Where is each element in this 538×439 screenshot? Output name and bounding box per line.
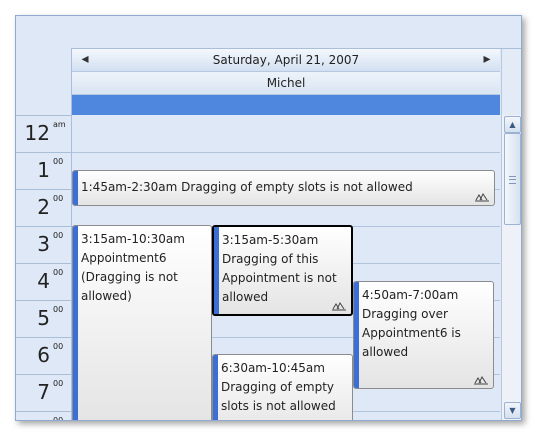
appointment[interactable]: 4:50am-7:00am Dragging over Appointment6… bbox=[353, 281, 494, 389]
appointment-time: 3:15am-10:30am bbox=[81, 232, 185, 246]
scrollbar-thumb[interactable] bbox=[504, 133, 521, 225]
appointment-status-bar bbox=[213, 355, 218, 420]
resource-header: Michel bbox=[72, 72, 500, 95]
hour-label: 2 00 bbox=[16, 189, 71, 227]
hour-number: 2 bbox=[37, 195, 50, 219]
time-column: 12 am 1 00 2 00 3 00 4 00 5 00 6 00 7 00 bbox=[16, 115, 72, 420]
hour-number: 1 bbox=[37, 158, 50, 182]
hour-label: 4 00 bbox=[16, 263, 71, 301]
hour-suffix: 00 bbox=[53, 379, 64, 388]
hour-suffix: 00 bbox=[53, 305, 64, 314]
recurrence-icon bbox=[475, 193, 489, 202]
recurrence-icon bbox=[474, 376, 488, 385]
hour-suffix: am bbox=[53, 120, 66, 129]
hour-number: 4 bbox=[37, 269, 50, 293]
appointment-text: 3:15am-10:30am Appointment6 (Dragging is… bbox=[81, 230, 207, 306]
appointment-subject: Dragging of this Appointment is not allo… bbox=[222, 252, 337, 304]
hour-number: 5 bbox=[37, 306, 50, 330]
appointment[interactable]: 1:45am-2:30am Dragging of empty slots is… bbox=[72, 170, 495, 206]
appointment-time: 3:15am-5:30am bbox=[222, 233, 319, 247]
appointment-subject: Appointment6 (Dragging is not allowed) bbox=[81, 251, 178, 303]
hour-label: 8 00 bbox=[16, 411, 71, 420]
appointment-text: 4:50am-7:00am Dragging over Appointment6… bbox=[362, 286, 489, 362]
hour-suffix: 00 bbox=[53, 231, 64, 240]
day-grid[interactable]: 1:45am-2:30am Dragging of empty slots is… bbox=[72, 115, 500, 420]
appointment[interactable]: 6:30am-10:45am Dragging of empty slots i… bbox=[212, 354, 353, 420]
appointment-time: 4:50am-7:00am bbox=[362, 288, 459, 302]
resource-label: Michel bbox=[266, 76, 306, 90]
hour-label: 6 00 bbox=[16, 337, 71, 375]
hour-number: 6 bbox=[37, 343, 50, 367]
hour-number: 8 bbox=[37, 417, 50, 420]
appointment-selected[interactable]: 3:15am-5:30am Dragging of this Appointme… bbox=[212, 225, 353, 316]
appointment-text: 3:15am-5:30am Dragging of this Appointme… bbox=[222, 231, 347, 307]
appointment-status-bar bbox=[214, 227, 219, 314]
appointment-status-bar bbox=[73, 226, 78, 420]
appointment-time: 6:30am-10:45am bbox=[221, 361, 325, 375]
date-label: Saturday, April 21, 2007 bbox=[212, 53, 360, 67]
hour-label: 3 00 bbox=[16, 226, 71, 264]
appointment-status-bar bbox=[73, 171, 78, 205]
all-day-row[interactable] bbox=[72, 95, 500, 115]
hour-label: 12 am bbox=[16, 115, 71, 153]
hour-suffix: 00 bbox=[53, 157, 64, 166]
recurrence-icon bbox=[332, 302, 346, 311]
scroll-down-icon[interactable]: ▼ bbox=[504, 402, 521, 419]
date-header: ◂ Saturday, April 21, 2007 ▸ bbox=[72, 49, 500, 72]
hour-suffix: 00 bbox=[53, 268, 64, 277]
appointment-status-bar bbox=[354, 282, 359, 388]
header-corner bbox=[16, 48, 72, 115]
hour-suffix: 00 bbox=[53, 416, 63, 420]
hour-line bbox=[72, 152, 500, 153]
appointment-time: 1:45am-2:30am bbox=[81, 180, 178, 194]
hour-suffix: 00 bbox=[53, 194, 64, 203]
scroll-up-icon[interactable]: ▲ bbox=[504, 116, 521, 133]
chevron-right-icon[interactable]: ▸ bbox=[480, 52, 494, 66]
appointment[interactable]: 3:15am-10:30am Appointment6 (Dragging is… bbox=[72, 225, 212, 420]
hour-number: 3 bbox=[37, 232, 50, 256]
hour-number: 12 bbox=[24, 121, 50, 145]
appointment-subject: Dragging of empty slots is not allowed bbox=[181, 180, 413, 194]
hour-label: 5 00 bbox=[16, 300, 71, 338]
vertical-scrollbar[interactable]: ▲ ▼ bbox=[501, 115, 521, 420]
scheduler-toolbar bbox=[16, 16, 521, 49]
appointment-subject: Dragging of empty slots is not allowed bbox=[221, 380, 336, 413]
hour-label: 1 00 bbox=[16, 152, 71, 190]
hour-suffix: 00 bbox=[53, 342, 64, 351]
appointment-subject: Dragging over Appointment6 is allowed bbox=[362, 307, 461, 359]
grip-icon bbox=[509, 176, 516, 184]
hour-label: 7 00 bbox=[16, 374, 71, 412]
scheduler: ◂ Saturday, April 21, 2007 ▸ Michel 12 a… bbox=[15, 15, 522, 421]
appointment-text: 6:30am-10:45am Dragging of empty slots i… bbox=[221, 359, 348, 416]
hour-number: 7 bbox=[37, 380, 50, 404]
header-scroll-spacer bbox=[501, 49, 521, 115]
appointment-text: 1:45am-2:30am Dragging of empty slots is… bbox=[81, 178, 490, 197]
